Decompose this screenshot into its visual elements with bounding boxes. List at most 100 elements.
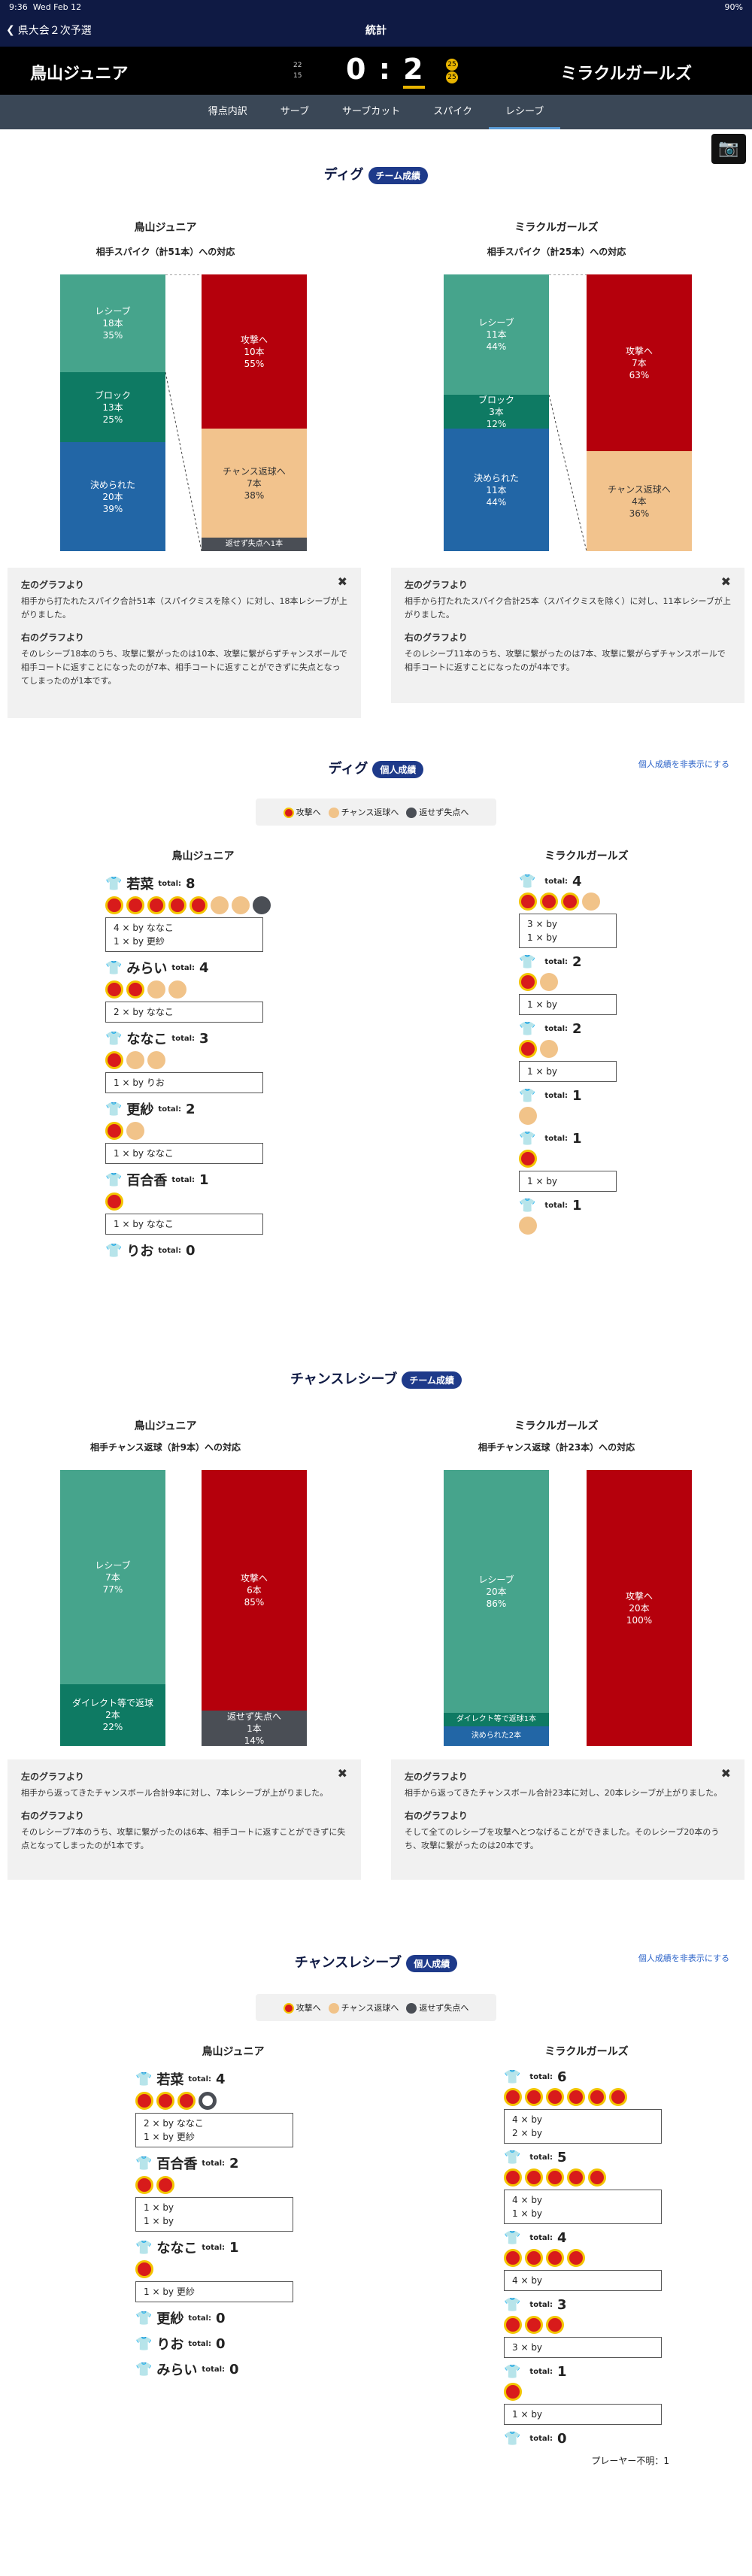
block-percent: 77% [102, 1583, 123, 1595]
attack-dot [588, 2168, 606, 2187]
close-icon[interactable]: ✖ [338, 575, 347, 589]
chance-dot [147, 1051, 165, 1069]
player-row: 👕 total: 1 1 × by [519, 1131, 654, 1192]
player-total: 3 [199, 1030, 209, 1047]
player-header: 👕 total: 4 [504, 2230, 669, 2246]
result-dots [504, 2168, 669, 2187]
player-header: 👕 total: 5 [504, 2150, 669, 2165]
player-row: 👕 更紗 total: 0 [135, 2308, 331, 2328]
attack-dot [546, 2316, 564, 2334]
attack-dot [519, 1150, 537, 1168]
assist-line: 1 × by [527, 1066, 558, 1077]
attack-dot [105, 980, 123, 999]
total-label: total: [202, 2365, 226, 2374]
note-heading: 左のグラフより [21, 580, 84, 590]
note-heading: 右のグラフより [21, 632, 84, 643]
ch-left-receive-block: レシーブ 7本 77% [60, 1470, 165, 1684]
tab-bar: 得点内訳 サーブ サーブカット スパイク レシーブ [0, 95, 752, 129]
total-label: total: [188, 2339, 212, 2348]
back-button[interactable]: ❮ 県大会２次予選 [6, 23, 92, 38]
block-label: チャンス返球へ [608, 483, 671, 495]
result-dots [504, 2249, 669, 2267]
close-icon[interactable]: ✖ [338, 1767, 347, 1780]
set-score: 25 [446, 59, 458, 71]
assist-line: 3 × by [512, 2342, 543, 2353]
player-row: 👕 百合香 total: 1 1 × by ななこ [105, 1170, 301, 1235]
section-badge: チーム成績 [368, 166, 429, 184]
player-row: 👕 百合香 total: 2 1 × by 1 × by [135, 2153, 331, 2232]
assist-detail: 1 × by [519, 994, 617, 1015]
legend-attack: 攻撃へ [283, 2002, 321, 2014]
assist-detail: 1 × by 1 × by [135, 2197, 293, 2232]
assist-line: 2 × by ななこ [144, 2118, 204, 2129]
attack-dot [609, 2088, 627, 2106]
player-header: 👕 total: 4 [519, 874, 654, 889]
attack-dot [135, 2176, 153, 2194]
tab-serve[interactable]: サーブ [264, 95, 326, 129]
hide-individual-button[interactable]: 個人成績を非表示にする [638, 758, 729, 770]
chance-dot [126, 1051, 144, 1069]
player-header: 👕 total: 1 [519, 1131, 654, 1147]
result-dots [135, 2260, 331, 2278]
player-row: 👕 total: 5 4 × by 1 × by [504, 2150, 669, 2224]
result-dots [519, 973, 654, 991]
player-total: 3 [557, 2297, 567, 2313]
tab-receive[interactable]: レシーブ [489, 95, 561, 129]
player-total: 0 [216, 2310, 226, 2326]
assist-detail: 4 × by [504, 2270, 662, 2291]
tab-spike[interactable]: スパイク [417, 95, 489, 129]
note-text: そのレシーブ18本のうち、攻撃に繋がったのは10本、攻撃に繋がらずチャンスボール… [21, 649, 347, 686]
assist-line: 1 × by りお [114, 1077, 165, 1088]
player-row: 👕 りお total: 0 [105, 1241, 301, 1260]
column-title: ミラクルガールズ [544, 850, 629, 862]
ch-right-subtitle: 相手チャンス返球（計23本）への対応 [478, 1442, 635, 1453]
jersey-icon: 👕 [105, 1171, 123, 1188]
dig-right-attack-block: 攻撃へ 7本 63% [587, 274, 692, 451]
note-heading: 右のグラフより [405, 632, 468, 643]
player-row: 👕 total: 1 [519, 1198, 654, 1235]
attack-dot [105, 896, 123, 914]
block-count: 11本 [486, 329, 507, 340]
block-count: 18本 [102, 318, 123, 329]
camera-button[interactable]: 📷 [711, 134, 746, 164]
player-header: 👕 百合香 total: 1 [105, 1170, 301, 1190]
block-percent: 38% [244, 489, 265, 501]
player-name: みらい [156, 2362, 198, 2378]
close-icon[interactable]: ✖ [721, 575, 731, 589]
note-text: そのレシーブ11本のうち、攻撃に繋がったのは7本、攻撃に繋がらずチャンスボールで… [405, 649, 726, 672]
block-percent: 36% [629, 508, 650, 519]
player-row: 👕 みらい total: 4 2 × by ななこ [105, 958, 301, 1023]
jersey-icon: 👕 [135, 2239, 153, 2256]
assist-line: 1 × by 更紗 [144, 2132, 195, 2142]
attack-dot [135, 2260, 153, 2278]
hide-individual-button[interactable]: 個人成績を非表示にする [638, 1952, 729, 1964]
assist-detail: 3 × by [504, 2337, 662, 2358]
block-label: ブロック [94, 389, 131, 401]
block-count: 4本 [632, 496, 647, 507]
total-label: total: [188, 2074, 212, 2084]
result-dots [504, 2088, 669, 2106]
player-row: 👕 みらい total: 0 [135, 2359, 331, 2379]
dig-right-chance-block: チャンス返球へ 4本 36% [587, 451, 692, 551]
section-title: ディグ [323, 167, 364, 183]
player-total: 1 [572, 1198, 582, 1214]
close-icon[interactable]: ✖ [721, 1767, 731, 1780]
tab-points[interactable]: 得点内訳 [192, 95, 264, 129]
assist-detail: 2 × by ななこ [105, 1002, 263, 1023]
player-total: 4 [557, 2230, 567, 2246]
block-count: 7本 [247, 477, 262, 489]
player-name: 百合香 [156, 2156, 198, 2172]
jersey-icon: 👕 [519, 1088, 536, 1104]
player-row: 👕 total: 2 1 × by [519, 1021, 654, 1082]
ch-left-subtitle: 相手チャンス返球（計9本）への対応 [90, 1442, 241, 1453]
tab-serve-cut[interactable]: サーブカット [326, 95, 417, 129]
ch-right-note: ✖ 左のグラフより 相手から返ってきたチャンスボール合計23本に対し、20本レシー… [391, 1759, 744, 1880]
attack-dot [105, 1122, 123, 1140]
player-total: 2 [229, 2155, 239, 2171]
note-heading: 左のグラフより [21, 1771, 84, 1782]
result-dots [105, 980, 301, 999]
note-text: そのレシーブ7本のうち、攻撃に繋がったのは6本、相手コートに返すことができずに失… [21, 1827, 346, 1850]
player-header: 👕 若菜 total: 4 [135, 2069, 331, 2089]
block-percent: 55% [244, 358, 265, 369]
player-total: 2 [572, 1021, 582, 1037]
